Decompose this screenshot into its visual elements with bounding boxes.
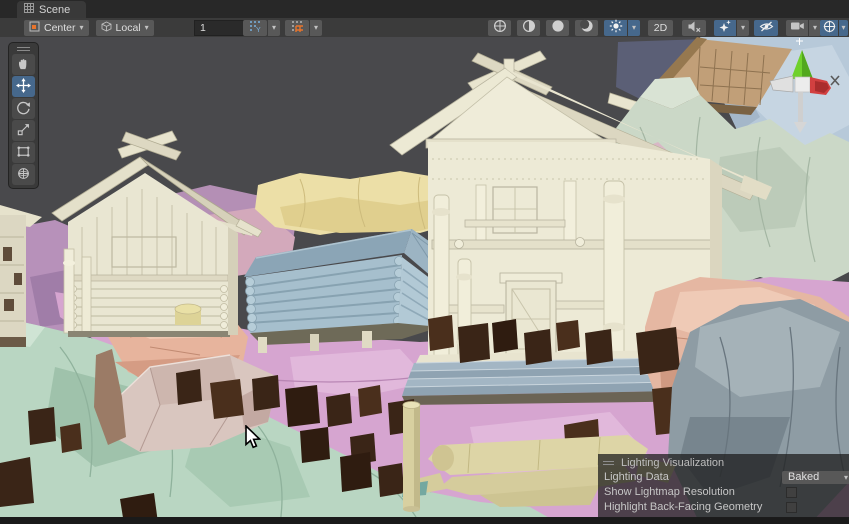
rotate-icon xyxy=(16,100,31,118)
show-lightmap-resolution-checkbox[interactable] xyxy=(786,487,797,498)
chevron-down-icon: ▾ xyxy=(80,24,84,32)
lighting-toggle-button[interactable] xyxy=(604,20,627,36)
snap-increment-menu-arrow[interactable]: ▾ xyxy=(310,20,322,36)
pivot-mode-label: Center xyxy=(44,22,76,34)
small-cylinder[interactable] xyxy=(175,304,201,325)
tool-move[interactable] xyxy=(12,76,35,97)
view-solid-button[interactable] xyxy=(546,20,569,36)
rotation-mode-label: Local xyxy=(116,22,141,34)
grid-icon xyxy=(24,3,34,16)
chevron-down-icon: ▾ xyxy=(841,24,845,32)
chevron-down-icon: ▾ xyxy=(844,474,848,482)
lighting-visualization-panel: Lighting Visualization Lighting Data Bak… xyxy=(598,454,849,518)
chevron-down-icon: ▾ xyxy=(813,24,817,32)
pivot-mode-button[interactable]: Center ▾ xyxy=(24,20,89,36)
drag-handle-icon[interactable] xyxy=(603,461,614,465)
chevron-down-icon: ▾ xyxy=(272,24,276,32)
2d-label: 2D xyxy=(654,22,667,34)
grid-snap-y-icon: Y xyxy=(249,20,262,36)
eye-hidden-icon xyxy=(759,20,774,36)
grid-increment-icon xyxy=(291,20,304,36)
hand-icon xyxy=(16,56,31,74)
chevron-down-icon: ▾ xyxy=(741,24,745,32)
rect-icon xyxy=(16,144,31,162)
scene-toolbar: Center ▾ Local ▾ Y ▾ xyxy=(0,18,849,38)
highlight-backfacing-checkbox[interactable] xyxy=(786,502,797,513)
circle-cross-icon xyxy=(493,19,507,36)
grid-visibility-button[interactable]: Y xyxy=(243,20,267,36)
audio-muted-icon xyxy=(687,20,702,36)
show-lightmap-resolution-label: Show Lightmap Resolution xyxy=(604,486,735,498)
tool-rotate[interactable] xyxy=(12,98,35,119)
scene-canvas[interactable] xyxy=(0,37,849,524)
tool-rect[interactable] xyxy=(12,142,35,163)
chevron-down-icon: ▾ xyxy=(314,24,318,32)
grid-size-input[interactable] xyxy=(194,20,248,36)
unity-scene-view: { "window": { "tab_label": "Scene" }, "t… xyxy=(0,0,849,524)
chevron-down-icon: ▾ xyxy=(145,24,149,32)
snap-increment-button[interactable] xyxy=(285,20,309,36)
move-icon xyxy=(16,78,31,96)
visibility-toggle-button[interactable] xyxy=(754,20,778,36)
gizmos-menu-arrow[interactable]: ▾ xyxy=(839,20,848,36)
tab-label: Scene xyxy=(39,4,70,16)
grid-visibility-menu-arrow[interactable]: ▾ xyxy=(268,20,280,36)
scale-icon xyxy=(16,122,31,140)
effects-menu-arrow[interactable]: ▾ xyxy=(737,20,749,36)
target-icon xyxy=(823,20,836,36)
tools-drag-handle[interactable] xyxy=(10,45,37,53)
transform-icon xyxy=(16,166,31,184)
circle-filled-icon xyxy=(551,19,565,36)
camera-icon xyxy=(790,20,805,35)
bottom-window-edge xyxy=(0,517,849,524)
svg-text:Y: Y xyxy=(256,27,261,33)
rotation-mode-button[interactable]: Local ▾ xyxy=(96,20,154,36)
scene-viewport[interactable]: Lighting Visualization Lighting Data Bak… xyxy=(0,37,849,524)
lighting-data-value: Baked xyxy=(788,470,819,485)
gizmos-toggle-button[interactable] xyxy=(820,20,838,36)
lighting-menu-arrow[interactable]: ▾ xyxy=(628,20,640,36)
lighting-data-label: Lighting Data xyxy=(604,471,669,483)
tool-transform[interactable] xyxy=(12,164,35,185)
lighting-data-dropdown[interactable]: Baked ▾ xyxy=(782,471,849,484)
view-wireframe-button[interactable] xyxy=(488,20,511,36)
cube-icon xyxy=(101,21,112,35)
highlight-backfacing-label: Highlight Back-Facing Geometry xyxy=(604,501,762,513)
circle-half-icon xyxy=(522,19,536,36)
tool-hand[interactable] xyxy=(12,54,35,75)
panel-title: Lighting Visualization xyxy=(621,457,724,469)
view-shaded-wireframe-button[interactable] xyxy=(517,20,540,36)
audio-toggle-button[interactable] xyxy=(682,20,706,36)
post-cylinder[interactable] xyxy=(403,402,420,513)
view-crescent-button[interactable] xyxy=(575,20,598,36)
tab-scene[interactable]: Scene xyxy=(17,1,86,18)
tool-column xyxy=(8,42,39,189)
sun-icon xyxy=(609,19,623,36)
pivot-center-icon xyxy=(29,21,40,35)
effects-sparkle-icon xyxy=(718,19,732,36)
effects-toggle-button[interactable] xyxy=(714,20,736,36)
circle-crescent-icon xyxy=(580,19,594,36)
chevron-down-icon: ▾ xyxy=(632,24,636,32)
2d-toggle-button[interactable]: 2D xyxy=(648,20,673,36)
tab-bar: Scene xyxy=(0,0,849,18)
tool-scale[interactable] xyxy=(12,120,35,141)
camera-settings-button[interactable] xyxy=(786,20,808,36)
